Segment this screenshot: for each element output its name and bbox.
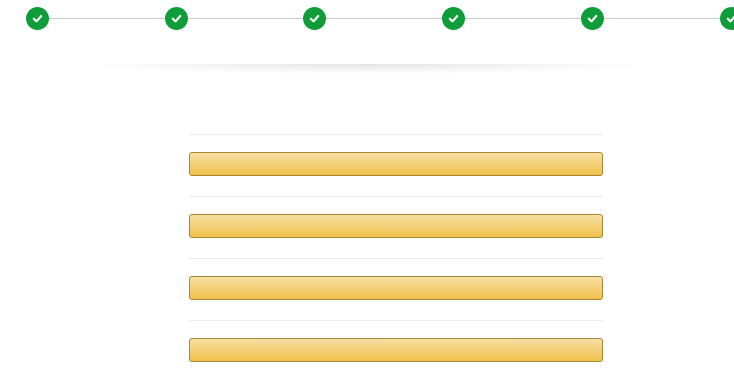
- step-2: [136, 7, 216, 34]
- header-divider: [80, 64, 654, 74]
- option-button-3[interactable]: [189, 276, 603, 300]
- check-icon: [26, 7, 49, 30]
- option-row: [189, 320, 603, 382]
- progress-stepper: [0, 0, 734, 62]
- option-row: [189, 134, 603, 196]
- step-6: [691, 7, 734, 34]
- check-icon: [165, 7, 188, 30]
- options-list: [189, 134, 603, 382]
- check-icon: [720, 7, 734, 30]
- step-3: [274, 7, 354, 34]
- check-icon: [442, 7, 465, 30]
- option-button-2[interactable]: [189, 214, 603, 238]
- check-icon: [581, 7, 604, 30]
- option-row: [189, 196, 603, 258]
- option-button-4[interactable]: [189, 338, 603, 362]
- option-button-1[interactable]: [189, 152, 603, 176]
- step-1: [0, 7, 77, 34]
- step-4: [413, 7, 493, 34]
- check-icon: [303, 7, 326, 30]
- step-5: [552, 7, 632, 34]
- option-row: [189, 258, 603, 320]
